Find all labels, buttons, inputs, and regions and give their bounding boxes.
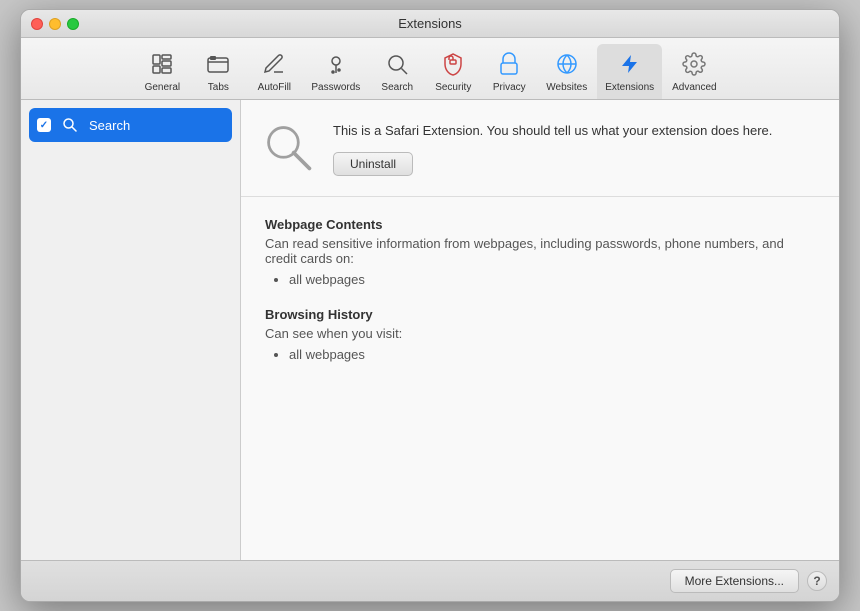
detail-pane: This is a Safari Extension. You should t… [241,100,839,560]
toolbar-label-autofill: AutoFill [258,82,291,93]
toolbar-item-advanced[interactable]: Advanced [664,44,724,99]
extension-description: This is a Safari Extension. You should t… [333,120,819,176]
window-title: Extensions [398,16,462,31]
toolbar-label-websites: Websites [546,82,587,93]
extension-icon [261,120,317,176]
security-icon [437,48,469,80]
maximize-button[interactable] [67,18,79,30]
toolbar-item-tabs[interactable]: Tabs [191,44,245,99]
minimize-button[interactable] [49,18,61,30]
permission-list-item: all webpages [289,272,815,287]
sidebar-item-label: Search [89,118,130,133]
permission-title-webpage: Webpage Contents [265,217,815,232]
traffic-lights [31,18,79,30]
toolbar-item-autofill[interactable]: AutoFill [247,44,301,99]
websites-icon [551,48,583,80]
search-icon [381,48,413,80]
extension-description-text: This is a Safari Extension. You should t… [333,122,819,140]
permission-desc-history: Can see when you visit: [265,326,815,341]
passwords-icon [320,48,352,80]
permissions-section: Webpage Contents Can read sensitive info… [241,197,839,560]
toolbar-label-extensions: Extensions [605,82,654,93]
toolbar-item-privacy[interactable]: Privacy [482,44,536,99]
toolbar-label-passwords: Passwords [311,82,360,93]
toolbar-item-extensions[interactable]: Extensions [597,44,662,99]
advanced-icon [678,48,710,80]
permission-list-item: all webpages [289,347,815,362]
toolbar-item-security[interactable]: Security [426,44,480,99]
uninstall-button[interactable]: Uninstall [333,152,413,176]
toolbar-label-advanced: Advanced [672,82,716,93]
close-button[interactable] [31,18,43,30]
sidebar-item-search[interactable]: ✓ Search [29,108,232,142]
toolbar-label-privacy: Privacy [493,82,526,93]
extension-info: This is a Safari Extension. You should t… [241,100,839,197]
sidebar-item-checkbox[interactable]: ✓ [37,118,51,132]
toolbar-item-general[interactable]: General [135,44,189,99]
extensions-icon [614,48,646,80]
toolbar-item-websites[interactable]: Websites [538,44,595,99]
permission-group-webpage: Webpage Contents Can read sensitive info… [265,217,815,287]
search-icon [59,114,81,136]
permission-title-history: Browsing History [265,307,815,322]
main-window: Extensions General Tabs AutoFill Passwords S… [20,9,840,602]
bottom-bar: More Extensions... ? [21,560,839,601]
toolbar-label-tabs: Tabs [208,82,229,93]
toolbar-item-search[interactable]: Search [370,44,424,99]
toolbar-item-passwords[interactable]: Passwords [303,44,368,99]
title-bar: Extensions [21,10,839,38]
general-icon [146,48,178,80]
main-content: MALWARETIPS ✓ Search [21,100,839,560]
permission-list-history: all webpages [265,347,815,362]
toolbar: General Tabs AutoFill Passwords Search Securi… [21,38,839,100]
permission-list-webpage: all webpages [265,272,815,287]
toolbar-label-general: General [145,82,181,93]
sidebar: ✓ Search [21,100,241,560]
permission-group-history: Browsing History Can see when you visit:… [265,307,815,362]
checkmark-icon: ✓ [40,120,48,131]
toolbar-label-security: Security [435,82,471,93]
help-button[interactable]: ? [807,571,827,591]
tabs-icon [202,48,234,80]
toolbar-label-search: Search [381,82,413,93]
permission-desc-webpage: Can read sensitive information from webp… [265,236,815,266]
privacy-icon [493,48,525,80]
autofill-icon [258,48,290,80]
more-extensions-button[interactable]: More Extensions... [670,569,799,593]
